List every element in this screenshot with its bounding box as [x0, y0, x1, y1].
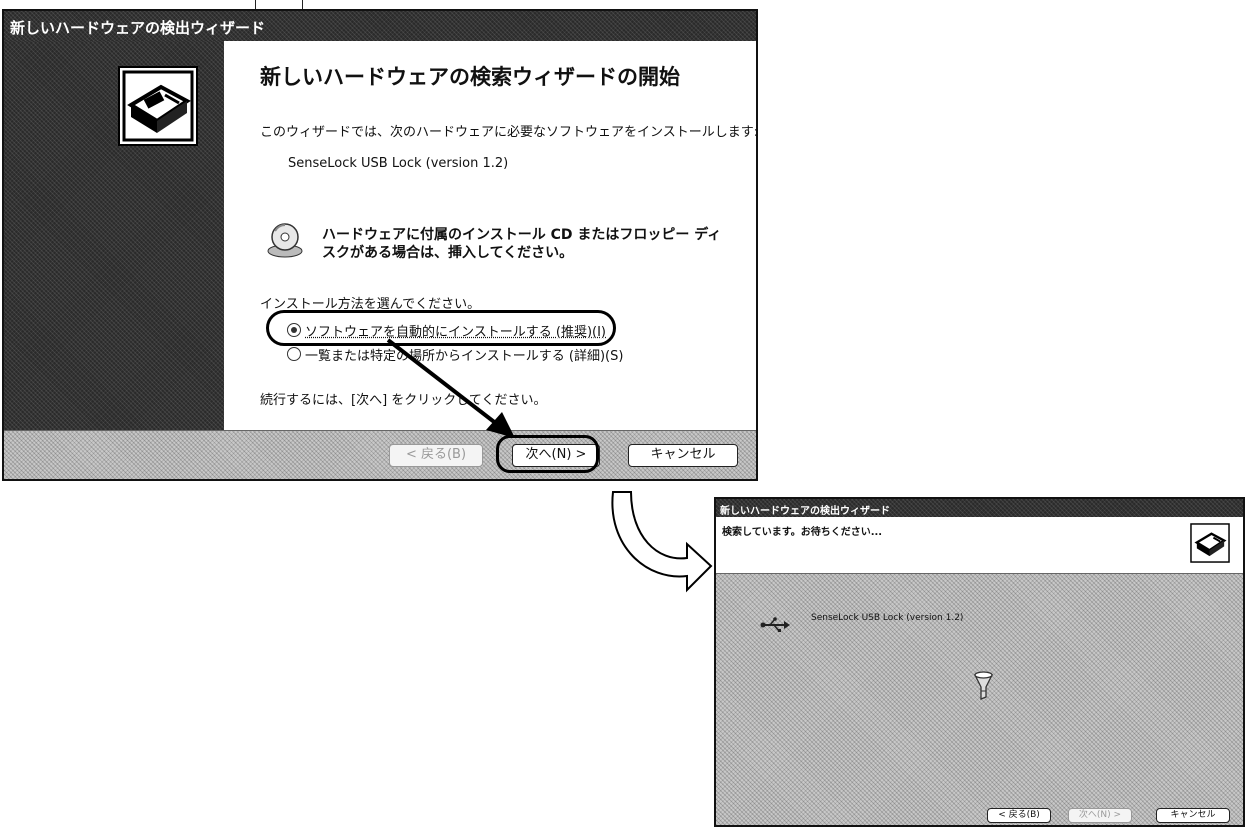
wizard-heading: 新しいハードウェアの検索ウィザードの開始: [260, 65, 680, 89]
title-bar: 新しいハードウェアの検出ウィザード: [4, 11, 756, 41]
title-text: 新しいハードウェアの検出ウィザード: [10, 19, 266, 37]
cd-hint-line1: ハードウェアに付属のインストール CD またはフロッピー ディ: [322, 227, 722, 243]
status-text: 検索しています。お待ちください...: [722, 527, 883, 538]
title-text: 新しいハードウェアの検出ウィザード: [720, 506, 890, 517]
next-button[interactable]: 次へ(N) >: [1068, 808, 1132, 823]
highlight-next-button: [496, 435, 599, 473]
cd-icon: [266, 221, 304, 259]
cancel-button[interactable]: キャンセル: [628, 444, 738, 467]
cd-hint-line2: スクがある場合は、挿入してください。: [322, 245, 574, 261]
transition-arrow-icon: [611, 491, 713, 593]
hardware-wizard-icon: [1190, 523, 1230, 563]
search-flashlight-icon: [972, 671, 998, 701]
highlight-auto-install: [266, 310, 616, 346]
cancel-button[interactable]: キャンセル: [1156, 808, 1230, 823]
wizard-dialog-searching: 新しいハードウェアの検出ウィザード 検索しています。お待ちください... Sen…: [714, 497, 1245, 827]
hardware-wizard-icon: [117, 65, 199, 147]
intro-text: このウィザードでは、次のハードウェアに必要なソフトウェアをインストールします:: [260, 125, 759, 140]
radio-manual-label: 一覧または特定の場所からインストールする (詳細)(S): [305, 349, 624, 364]
radio-manual-install[interactable]: 一覧または特定の場所からインストールする (詳細)(S): [287, 344, 632, 364]
title-bar: 新しいハードウェアの検出ウィザード: [716, 499, 1243, 517]
device-name: SenseLock USB Lock (version 1.2): [288, 156, 509, 171]
device-name: SenseLock USB Lock (version 1.2): [811, 613, 964, 623]
back-button[interactable]: < 戻る(B): [389, 444, 483, 467]
usb-icon: [760, 617, 790, 633]
continue-hint: 続行するには、[次へ] をクリックしてください。: [260, 393, 547, 408]
wizard-dialog-start: 新しいハードウェアの検出ウィザード 新しいハードウェアの検索ウィザードの開始 こ…: [2, 9, 758, 481]
radio-unselected-icon: [287, 347, 301, 361]
back-button[interactable]: < 戻る(B): [987, 808, 1051, 823]
